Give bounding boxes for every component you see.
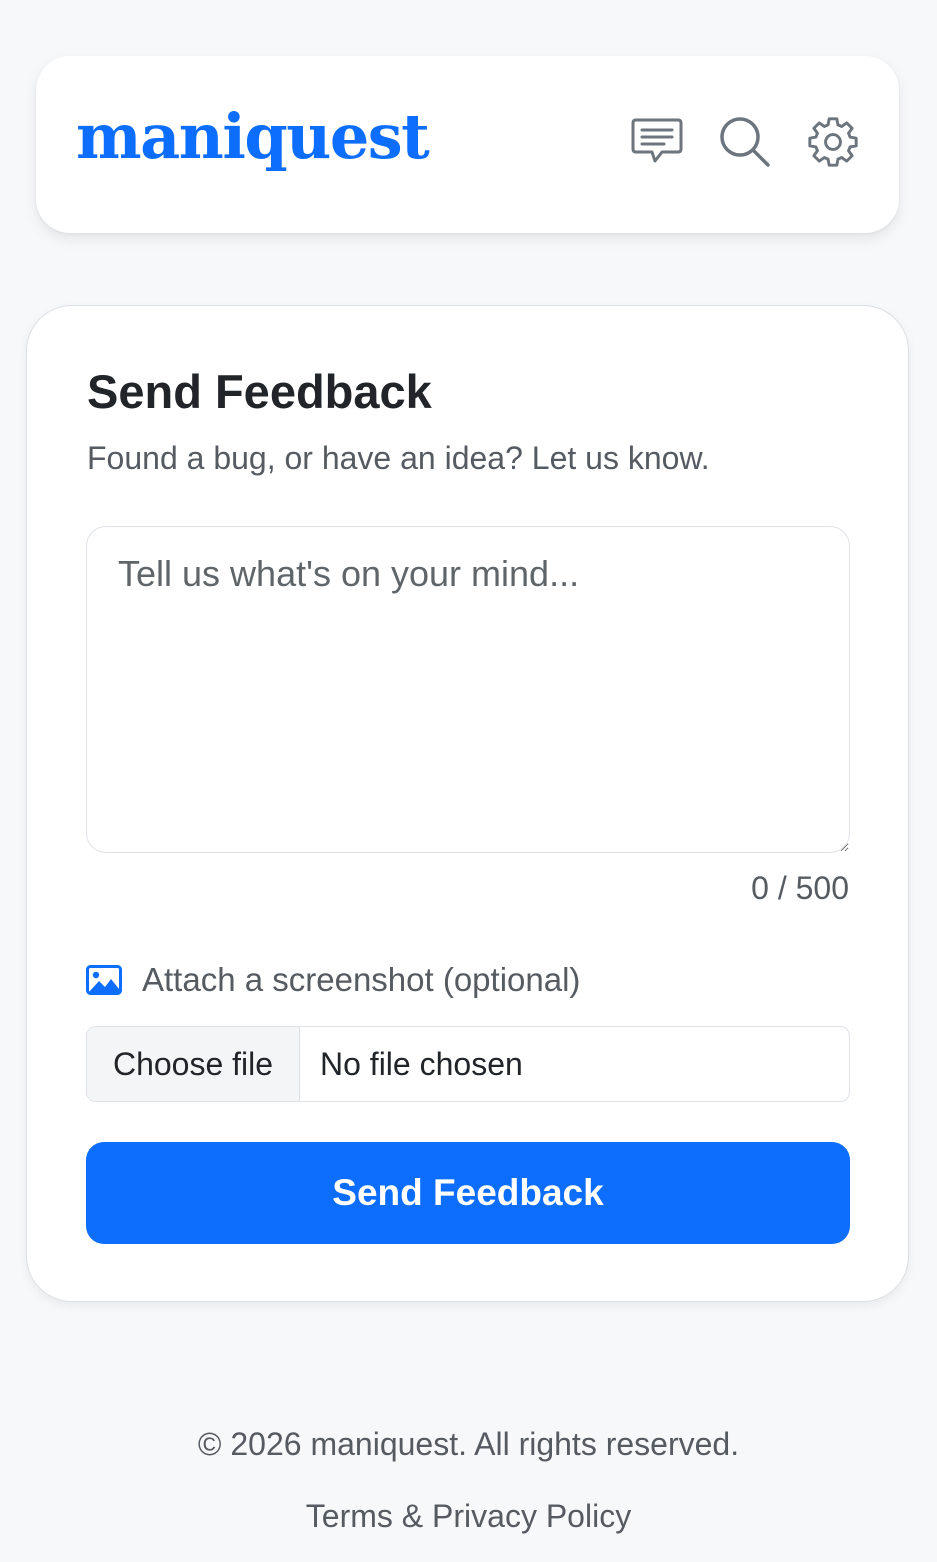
app-header: maniquest	[36, 56, 899, 233]
file-status-text: No file chosen	[320, 1045, 523, 1082]
feedback-card: Send Feedback Found a bug, or have an id…	[26, 305, 909, 1302]
form-title: Send Feedback	[87, 365, 432, 418]
attach-screenshot-label: Attach a screenshot (optional)	[86, 961, 580, 999]
footer-copyright: © 2026 maniquest. All rights reserved.	[197, 1426, 740, 1462]
attach-label-text: Attach a screenshot (optional)	[142, 961, 581, 998]
footer-legal: Terms & Privacy Policy	[0, 1498, 937, 1535]
terms-privacy-link[interactable]: Terms & Privacy Policy	[306, 1498, 631, 1534]
settings-button[interactable]	[803, 112, 863, 172]
feedback-button[interactable]	[627, 112, 687, 172]
screenshot-file-input[interactable]: Choose file No file chosen	[86, 1026, 850, 1102]
search-icon	[720, 117, 770, 167]
header-actions	[627, 112, 863, 172]
feedback-icon	[631, 118, 683, 163]
choose-file-button[interactable]: Choose file	[87, 1027, 300, 1101]
form-subtitle: Found a bug, or have an idea? Let us kno…	[87, 440, 710, 476]
image-icon	[86, 965, 122, 995]
settings-icon	[808, 117, 858, 167]
brand-logo[interactable]: maniquest	[76, 106, 430, 168]
search-button[interactable]	[715, 112, 775, 172]
send-feedback-button[interactable]: Send Feedback	[86, 1142, 850, 1244]
feedback-message-input[interactable]	[86, 526, 850, 853]
character-counter: 0 / 500	[751, 870, 849, 906]
